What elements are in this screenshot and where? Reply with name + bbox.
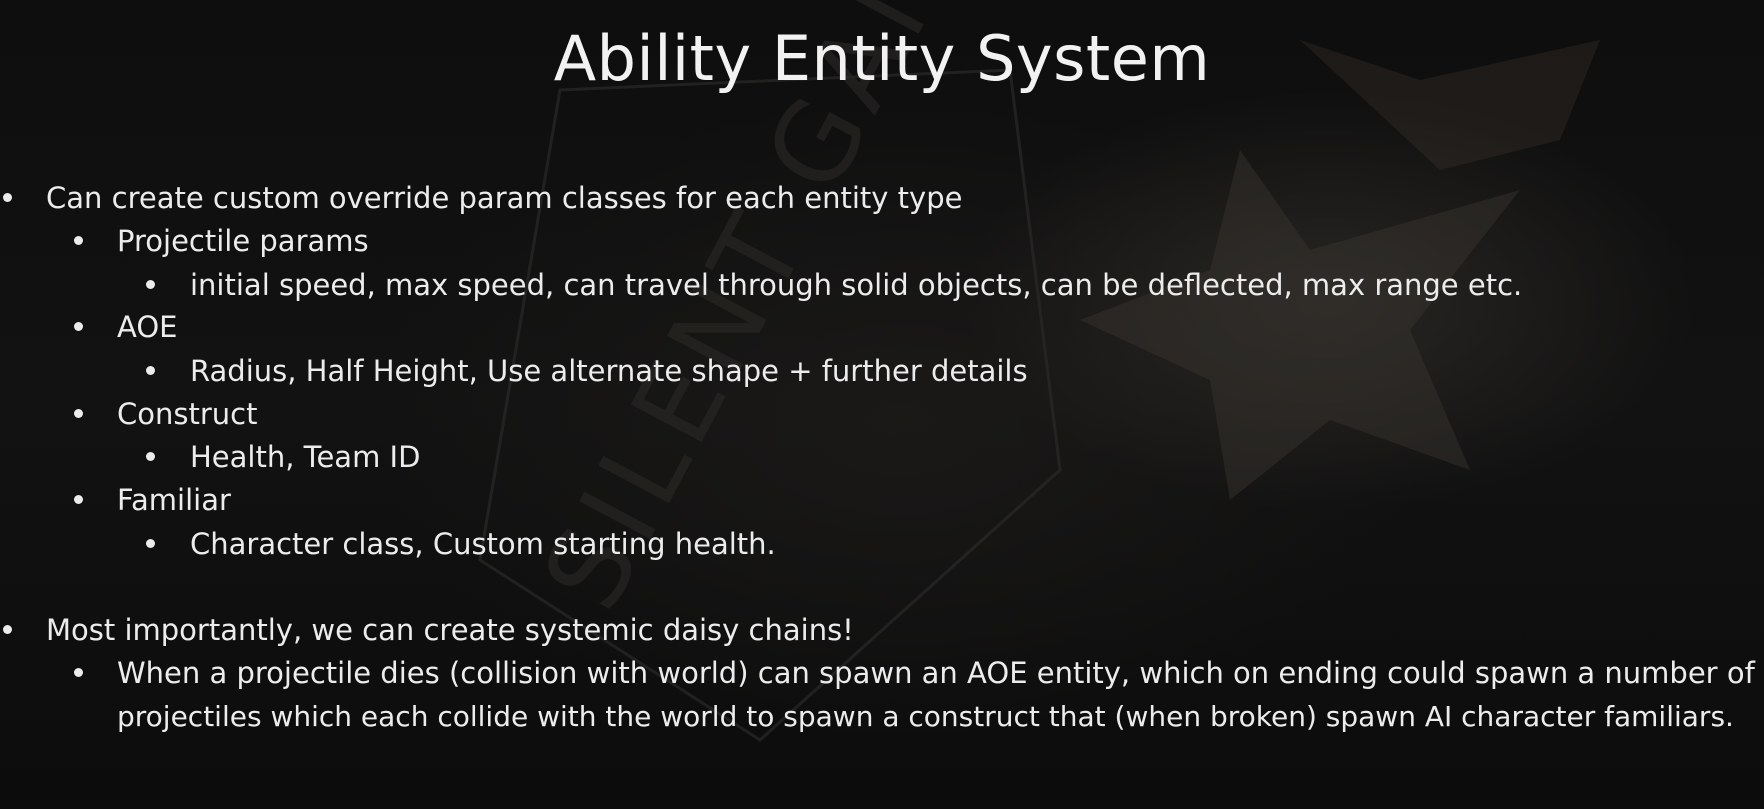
bullet-dot: [146, 280, 155, 289]
bullet-aoe-details: Radius, Half Height, Use alternate shape…: [190, 354, 1028, 388]
bullet-dot: [146, 366, 155, 375]
bullet-dot: [74, 236, 83, 245]
bullet-dot: [74, 409, 83, 418]
slide-title: Ability Entity System: [553, 22, 1211, 95]
bullet-dot: [74, 668, 83, 677]
bullet-dot: [3, 625, 12, 634]
presentation-slide: SILENT GAMES Ability Entity System Can c…: [0, 0, 1764, 809]
bullet-construct-details: Health, Team ID: [190, 440, 421, 474]
bullet-construct: Construct: [117, 397, 258, 431]
bullet-dot: [146, 539, 155, 548]
star-shape: [1080, 150, 1520, 500]
bullet-aoe: AOE: [117, 310, 178, 344]
bullet-familiar-details: Character class, Custom starting health.: [190, 527, 776, 561]
bullet-daisy-chains: Most importantly, we can create systemic…: [46, 613, 854, 647]
bullet-daisy-example-line2: projectiles which each collide with the …: [117, 700, 1734, 733]
bullet-familiar: Familiar: [117, 483, 231, 517]
bullet-projectile-params: Projectile params: [117, 224, 369, 258]
bullet-daisy-example-line1: When a projectile dies (collision with w…: [117, 656, 1755, 690]
bullet-projectile-details: initial speed, max speed, can travel thr…: [190, 268, 1523, 302]
bullet-dot: [146, 452, 155, 461]
bullet-dot: [74, 322, 83, 331]
bullet-custom-params: Can create custom override param classes…: [46, 181, 963, 215]
bullet-dot: [3, 193, 12, 202]
bullet-dot: [74, 495, 83, 504]
